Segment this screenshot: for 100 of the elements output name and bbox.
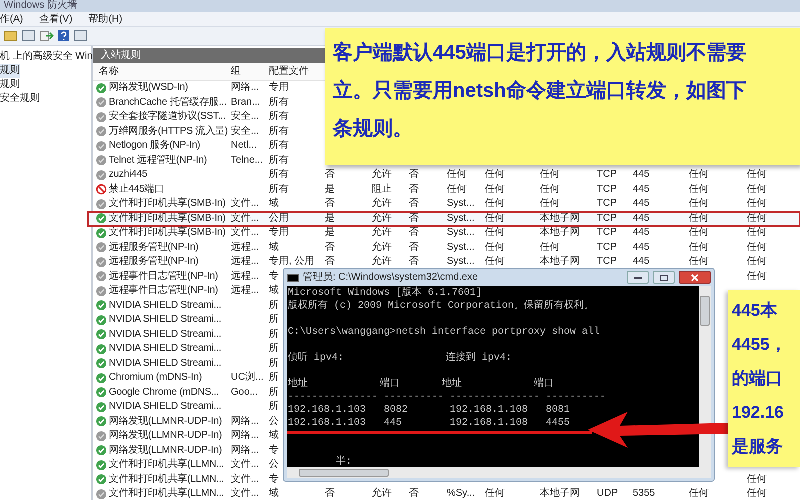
table-cell: 任何 <box>485 169 505 180</box>
table-cell: 域 <box>269 198 279 210</box>
table-cell: 允许 <box>372 488 392 500</box>
table-cell: 远程服务管理(NP-In) <box>109 257 199 268</box>
scrollbar[interactable] <box>699 286 711 467</box>
table-cell: 所 <box>269 401 279 412</box>
console-line: 192.168.1.103 445 192.168.1.108 4455 <box>288 417 570 430</box>
table-cell: 域 <box>269 488 279 500</box>
table-cell: 任何 <box>689 242 709 253</box>
table-cell: 否 <box>325 488 335 500</box>
table-cell: 公 <box>269 459 279 470</box>
minimize-button[interactable] <box>627 271 649 284</box>
maximize-button[interactable] <box>653 271 675 284</box>
table-cell: 网络... <box>231 416 260 427</box>
table-cell: 所 <box>269 386 279 398</box>
console-line: 版权所有 (c) 2009 Microsoft Corporation。保留所有权利。 <box>288 300 594 313</box>
table-cell: 域 <box>269 242 279 253</box>
table-cell: 允许 <box>372 256 392 268</box>
table-cell: 专用, 公用 <box>269 256 315 268</box>
tree-item[interactable]: 机 上的高级安全 Win <box>0 50 93 64</box>
window-icon[interactable] <box>22 30 36 42</box>
table-cell: 文件... <box>231 459 260 470</box>
table-cell: 阻止 <box>372 184 392 195</box>
table-cell: 任何 <box>747 169 767 180</box>
folder-icon[interactable] <box>4 30 18 42</box>
table-cell: 任何 <box>689 169 709 180</box>
callout-text: 立。只需要用netsh命令建立端口转发，如图下 <box>333 78 746 104</box>
table-cell: 禁止445端口 <box>109 184 164 195</box>
close-icon <box>691 274 699 282</box>
table-cell: Syst... <box>447 212 475 224</box>
table-cell: 网络发现(WSD-In) <box>109 83 188 94</box>
console-line: 地址 端口 地址 端口 <box>288 378 554 391</box>
table-cell: 任何 <box>747 270 767 282</box>
table-cell: TCP <box>597 212 617 224</box>
table-cell: 所 <box>269 358 279 369</box>
tree-item[interactable]: 规则 <box>0 78 20 92</box>
table-cell: 所有 <box>269 140 289 152</box>
table-cell: 445 <box>633 242 650 253</box>
table-cell: 远程事件日志管理(NP-In) <box>109 272 218 282</box>
table-cell: 所有 <box>269 126 289 137</box>
table-cell: 任何 <box>540 169 560 180</box>
table-cell: 专用 <box>269 82 289 94</box>
column-header[interactable]: 组 <box>229 64 267 79</box>
table-cell: 否 <box>325 256 335 268</box>
table-cell: Chromium (mDNS-In) <box>109 373 202 384</box>
table-cell: 445 <box>633 212 650 224</box>
console-line: 192.168.1.103 8082 192.168.1.108 8081 <box>288 404 570 417</box>
column-header[interactable]: 配置文件 <box>267 64 323 79</box>
table-cell: BranchCache 托管缓存服... <box>109 98 227 108</box>
table-cell: 文件... <box>231 474 260 485</box>
callout-text: 条规则。 <box>333 117 413 142</box>
table-cell: Netl... <box>231 140 258 152</box>
callout-text: 445本 <box>732 300 778 322</box>
table-cell: Syst... <box>447 198 475 210</box>
table-cell: 专 <box>269 474 279 485</box>
table-cell: 所 <box>269 300 279 311</box>
menu-item[interactable]: 帮助(H) <box>88 12 123 26</box>
table-cell: 是 <box>325 227 335 238</box>
table-cell: 文件和打印机共享(SMB-In) <box>109 228 226 238</box>
window-icon[interactable] <box>74 30 88 42</box>
table-cell: 所有 <box>269 96 289 108</box>
table-cell: 远程... <box>231 242 260 253</box>
export-icon[interactable] <box>40 30 54 42</box>
table-cell: 网络... <box>231 82 260 94</box>
table-cell: 任何 <box>747 474 767 485</box>
table-cell: 允许 <box>372 242 392 253</box>
window-title: 管理员: C:\Windows\system32\cmd.exe <box>303 271 478 285</box>
menu-item[interactable]: 作(A) <box>0 12 24 26</box>
column-header[interactable]: 名称 <box>93 64 229 79</box>
table-cell: TCP <box>597 242 617 253</box>
menu-item[interactable]: 查看(V) <box>39 12 73 26</box>
pane-title: 入站规则 <box>101 48 141 63</box>
table-cell: 否 <box>409 198 419 210</box>
table-cell: TCP <box>597 198 617 210</box>
table-cell: 445 <box>633 184 650 195</box>
table-cell: UC浏... <box>231 372 264 384</box>
table-cell: 任何 <box>485 256 505 268</box>
highlighted-row[interactable]: 文件和打印机共享(SMB-In) 文件... 公用 是 允许 否 Syst... 任何 本地子网 TCP 445 任何 任何 <box>88 212 800 226</box>
table-cell: 任何 <box>689 227 709 238</box>
table-cell: %Sy... <box>447 488 476 500</box>
table-cell: 否 <box>409 488 419 500</box>
table-cell: 任何 <box>747 198 767 210</box>
horizontal-scrollbar[interactable] <box>287 467 711 478</box>
table-cell: 任何 <box>447 169 467 180</box>
table-cell: Google Chrome (mDNS... <box>109 388 220 398</box>
tree-item[interactable]: 安全规则 <box>0 92 40 106</box>
table-cell: 任何 <box>689 198 709 210</box>
tree-item[interactable]: 规则 <box>0 64 20 78</box>
table-cell: 任何 <box>689 184 709 195</box>
table-cell: 否 <box>325 169 335 180</box>
callout-text: 是服务 <box>732 436 783 458</box>
help-icon[interactable] <box>58 30 70 42</box>
table-cell: 域 <box>269 285 279 296</box>
table-cell: 任何 <box>447 184 467 195</box>
table-cell: 远程服务管理(NP-In) <box>109 242 199 253</box>
table-cell: 文件和打印机共享(LLMN... <box>109 474 224 485</box>
table-cell: 否 <box>409 256 419 268</box>
close-button[interactable] <box>679 271 711 284</box>
table-cell: 远程... <box>231 270 260 282</box>
callout-text: 192.16 <box>732 402 784 424</box>
